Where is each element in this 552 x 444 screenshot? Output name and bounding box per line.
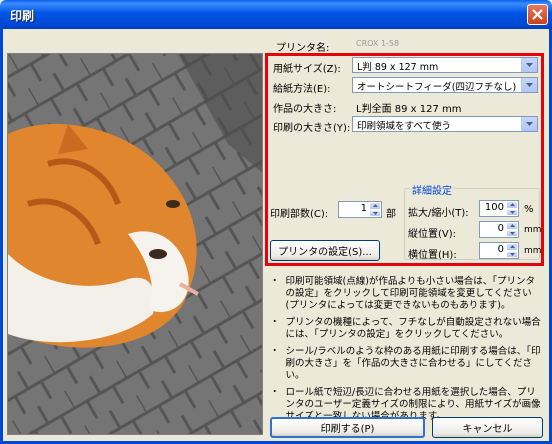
spin-up-icon[interactable] (506, 201, 518, 209)
work-size-label: 作品の大きさ: (273, 104, 337, 115)
feed-method-value: オートシートフィーダ(四辺フチなし) (357, 82, 517, 93)
paper-size-label: 用紙サイズ(Z): (273, 64, 341, 75)
printer-settings-button[interactable]: プリンタの設定(S)... (270, 240, 380, 261)
details-group-label: 詳細設定 (410, 182, 454, 197)
note-item: ・ 印刷可能領域(点線)が作品よりも小さい場合は、「プリンタの設定」をクリックし… (270, 276, 544, 312)
title-bar[interactable] (0, 0, 552, 29)
vertical-position-stepper[interactable]: 0 (479, 221, 519, 238)
scale-value[interactable]: 100 (485, 202, 504, 213)
scale-label: 拡大/縮小(T): (408, 208, 469, 219)
note-item: ・ プリンタの機種によって、フチなしが自動設定されない場合には、「プリンタの設定… (270, 317, 544, 341)
chevron-down-icon[interactable] (521, 117, 537, 131)
bullet-icon: ・ (270, 276, 280, 287)
print-preview-image (7, 53, 263, 435)
vertical-position-label: 縦位置(V): (408, 229, 457, 240)
close-icon (532, 9, 543, 20)
horizontal-position-label: 横位置(H): (408, 250, 457, 261)
spin-down-icon[interactable] (506, 250, 518, 258)
spin-up-icon[interactable] (369, 202, 381, 210)
work-size-value: L判全面 89 x 127 mm (356, 104, 462, 115)
copies-stepper[interactable]: 1 (338, 201, 382, 218)
spin-up-icon[interactable] (506, 243, 518, 251)
copies-label: 印刷部数(C): (270, 209, 329, 220)
copies-value[interactable]: 1 (361, 203, 367, 214)
spin-down-icon[interactable] (369, 209, 381, 217)
notes-list: ・ 印刷可能領域(点線)が作品よりも小さい場合は、「プリンタの設定」をクリックし… (270, 276, 544, 423)
printer-name-value: CROX 1-58 (356, 39, 400, 48)
cat-photo (8, 54, 262, 434)
bullet-icon: ・ (270, 346, 280, 357)
spin-down-icon[interactable] (506, 229, 518, 237)
horizontal-position-value[interactable]: 0 (498, 244, 504, 255)
paper-size-value: L判 89 x 127 mm (357, 62, 439, 73)
spin-up-icon[interactable] (506, 222, 518, 230)
scale-stepper[interactable]: 100 (479, 200, 519, 217)
copies-unit: 部 (386, 209, 396, 220)
close-button[interactable] (527, 4, 548, 25)
vertical-position-value[interactable]: 0 (498, 223, 504, 234)
print-button[interactable]: 印刷する(P) (270, 417, 425, 438)
cancel-button[interactable]: キャンセル (432, 417, 543, 438)
print-size-value: 印刷領域をすべて使う (357, 121, 451, 132)
scale-unit: % (524, 204, 534, 215)
note-item: ・ シール/ラベルのような枠のある用紙に印刷する場合は、「印刷の大きさ」を「作品… (270, 346, 544, 382)
print-size-label: 印刷の大きさ(Y): (273, 123, 351, 134)
feed-method-select[interactable]: オートシートフィーダ(四辺フチなし) (352, 77, 538, 93)
window-title: 印刷 (10, 9, 35, 23)
horizontal-position-stepper[interactable]: 0 (479, 242, 519, 259)
spin-down-icon[interactable] (506, 208, 518, 216)
paper-size-select[interactable]: L判 89 x 127 mm (352, 57, 538, 73)
note-text: プリンタの機種によって、フチなしが自動設定されない場合には、「プリンタの設定」を… (285, 317, 541, 340)
printer-name-label: プリンタ名: (276, 43, 330, 54)
feed-method-label: 給紙方法(E): (273, 84, 331, 95)
chevron-down-icon[interactable] (521, 78, 537, 92)
horizontal-position-unit: mm (524, 246, 542, 256)
chevron-down-icon[interactable] (521, 58, 537, 72)
bullet-icon: ・ (270, 317, 280, 328)
note-text: 印刷可能領域(点線)が作品よりも小さい場合は、「プリンタの設定」をクリックして印… (285, 276, 535, 311)
vertical-position-unit: mm (524, 225, 542, 235)
note-text: シール/ラベルのような枠のある用紙に印刷する場合は、「印刷の大きさ」を「作品の大… (285, 346, 541, 381)
print-size-select[interactable]: 印刷領域をすべて使う (352, 116, 538, 132)
